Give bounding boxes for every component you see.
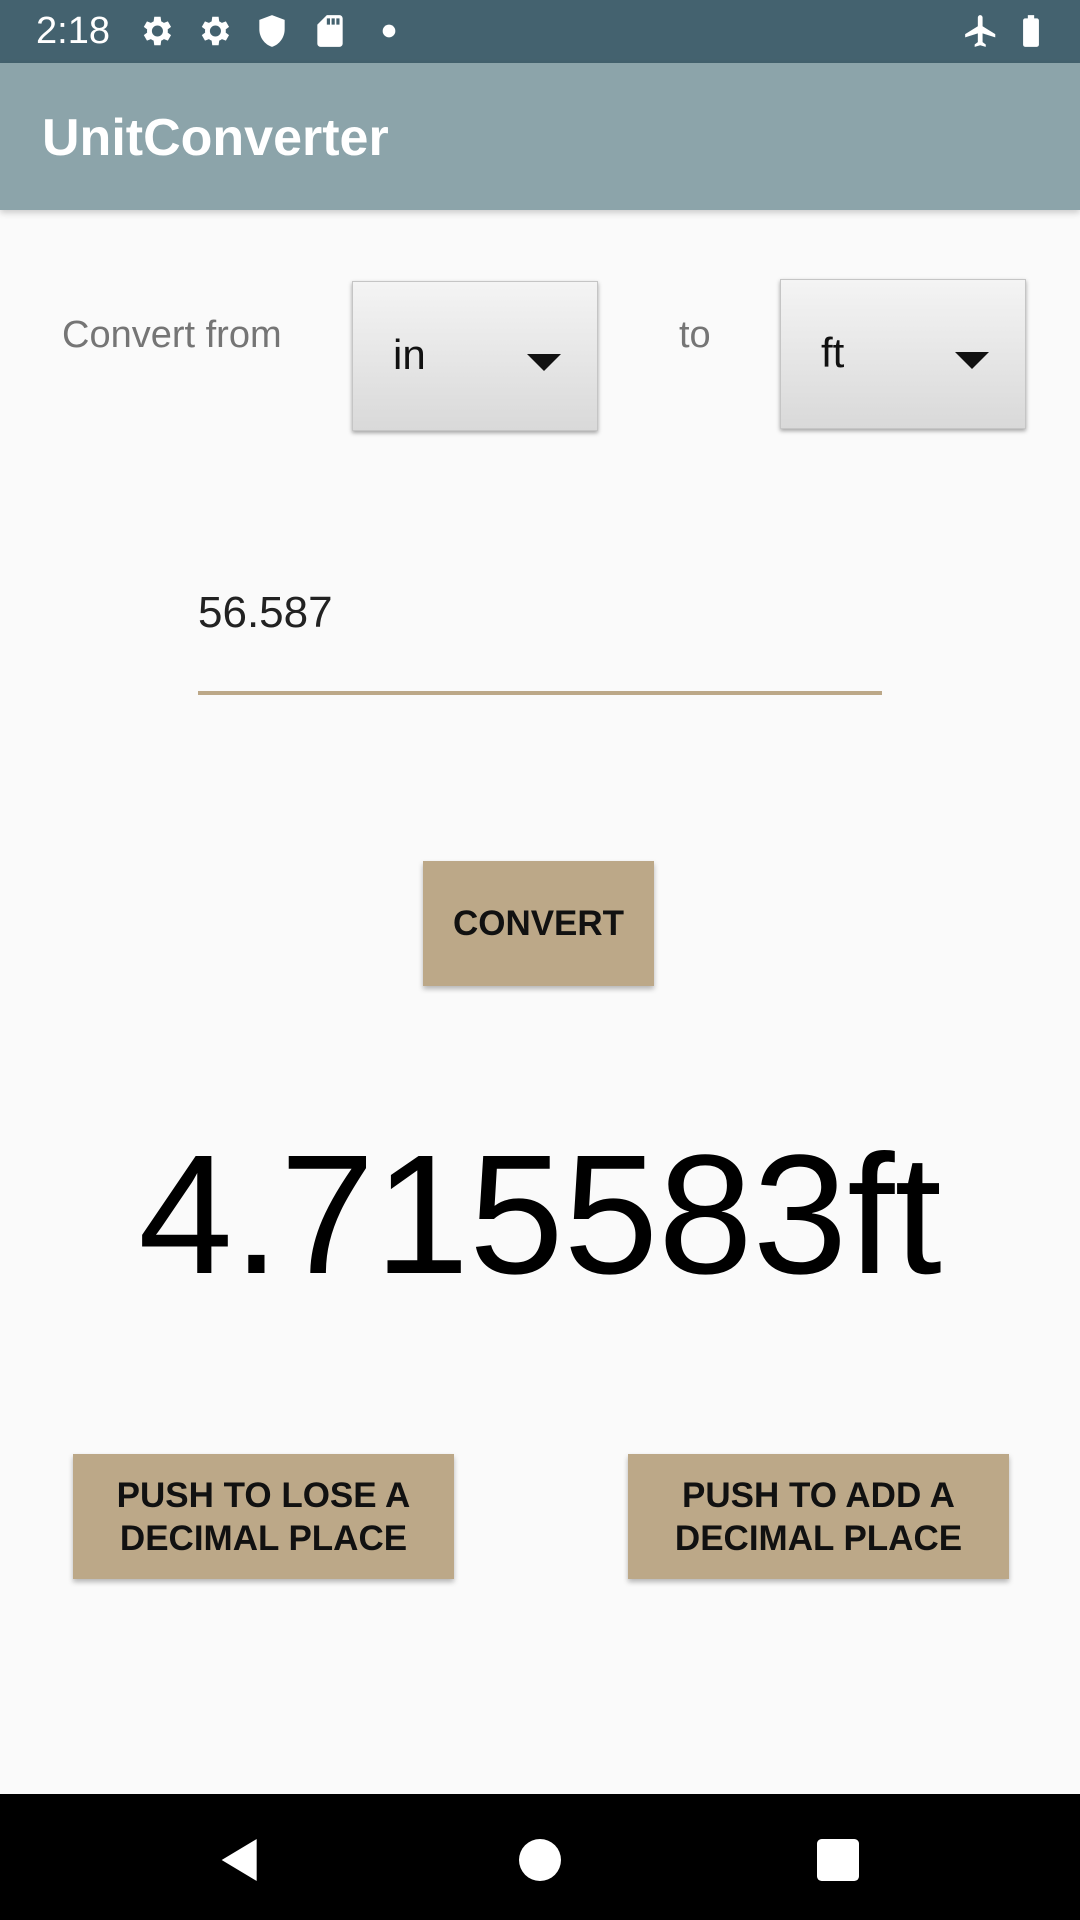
value-input[interactable] bbox=[198, 575, 882, 695]
dot-icon bbox=[382, 24, 396, 38]
from-unit-spinner[interactable]: in bbox=[352, 281, 598, 431]
app-title: UnitConverter bbox=[42, 109, 389, 167]
to-unit-value: ft bbox=[821, 329, 845, 376]
add-decimal-button[interactable]: PUSH TO ADD A DECIMAL PLACE bbox=[628, 1454, 1009, 1579]
navigation-bar bbox=[0, 1794, 1080, 1920]
gear-icon bbox=[201, 16, 230, 46]
add-decimal-line2: DECIMAL PLACE bbox=[674, 1518, 963, 1558]
recents-icon[interactable] bbox=[810, 1832, 866, 1888]
to-unit-spinner[interactable]: ft bbox=[780, 279, 1026, 429]
convert-from-label: Convert from bbox=[62, 314, 282, 356]
shield-icon bbox=[259, 15, 285, 47]
add-decimal-line1: PUSH TO ADD A bbox=[682, 1475, 955, 1515]
lose-decimal-line1: PUSH TO LOSE A bbox=[116, 1475, 411, 1515]
result-text: 4.715583ft bbox=[138, 1120, 942, 1310]
gear-icon bbox=[143, 16, 172, 46]
home-icon[interactable] bbox=[512, 1832, 568, 1888]
airplane-icon bbox=[965, 15, 996, 47]
sd-card-icon bbox=[317, 15, 343, 47]
convert-button[interactable]: CONVERT bbox=[423, 861, 654, 986]
lose-decimal-button[interactable]: PUSH TO LOSE A DECIMAL PLACE bbox=[73, 1454, 454, 1579]
to-label: to bbox=[679, 314, 711, 356]
status-bar: 2:18 bbox=[0, 0, 1080, 63]
app-bar: UnitConverter bbox=[0, 63, 1080, 210]
lose-decimal-line2: DECIMAL PLACE bbox=[119, 1518, 408, 1558]
from-unit-value: in bbox=[393, 331, 426, 378]
status-time: 2:18 bbox=[36, 10, 110, 52]
dropdown-arrow-icon bbox=[527, 354, 561, 371]
battery-icon bbox=[1023, 15, 1039, 47]
back-icon[interactable] bbox=[210, 1832, 266, 1888]
dropdown-arrow-icon bbox=[955, 352, 989, 369]
